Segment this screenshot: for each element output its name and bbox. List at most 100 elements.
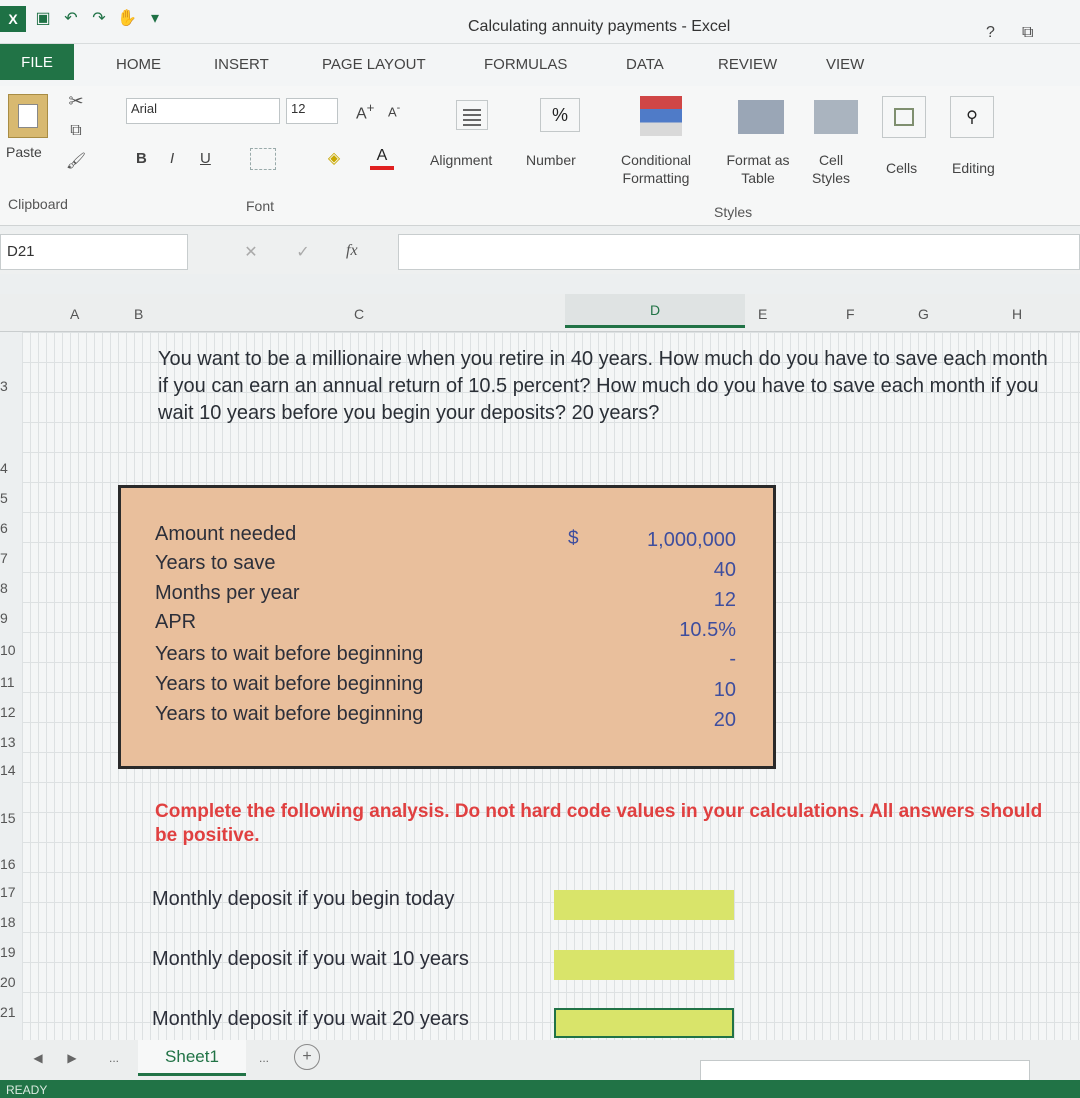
conditional-formatting-button[interactable]: Conditional Formatting: [606, 152, 706, 187]
editing-button[interactable]: Editing: [952, 160, 995, 178]
tab-home[interactable]: HOME: [116, 56, 161, 73]
cell-styles-icon[interactable]: [814, 100, 858, 134]
input-label-wait-20[interactable]: Years to wait before beginning: [155, 703, 423, 726]
new-sheet-button[interactable]: +: [294, 1044, 320, 1070]
question-label-10-years[interactable]: Monthly deposit if you wait 10 years: [152, 948, 469, 971]
cell-styles-button[interactable]: Cell Styles: [800, 152, 862, 187]
fill-color-icon[interactable]: ◈: [320, 146, 348, 170]
row-header[interactable]: 14: [0, 762, 20, 778]
percent-icon[interactable]: %: [540, 98, 580, 132]
italic-button[interactable]: I: [170, 150, 174, 169]
input-value-amount[interactable]: 1,000,000: [647, 529, 736, 552]
input-value-wait-0[interactable]: -: [729, 648, 736, 671]
find-binoculars-icon[interactable]: ⚲: [950, 96, 994, 138]
row-header[interactable]: 13: [0, 734, 20, 750]
format-as-table-icon[interactable]: [738, 100, 784, 134]
input-value-wait-10[interactable]: 10: [714, 679, 736, 702]
alignment-button[interactable]: Alignment: [430, 152, 492, 170]
row-header[interactable]: 11: [0, 674, 20, 690]
row-header[interactable]: 17: [0, 884, 20, 900]
underline-button[interactable]: U: [200, 150, 211, 169]
row-header[interactable]: 4: [0, 460, 20, 476]
input-label-years[interactable]: Years to save: [155, 552, 275, 575]
tab-formulas[interactable]: FORMULAS: [484, 56, 567, 73]
row-header[interactable]: 6: [0, 520, 20, 536]
sheet-tab-sheet1[interactable]: Sheet1: [138, 1040, 246, 1076]
insert-function-icon[interactable]: fx: [346, 242, 358, 260]
instructions-text[interactable]: Complete the following analysis. Do not …: [155, 800, 1055, 848]
column-header-e[interactable]: E: [758, 306, 767, 322]
help-button[interactable]: ?: [986, 24, 995, 42]
cells-icon[interactable]: [882, 96, 926, 138]
format-as-table-button[interactable]: Format as Table: [716, 152, 800, 187]
borders-icon[interactable]: [250, 148, 276, 170]
tab-data[interactable]: DATA: [626, 56, 664, 73]
row-header[interactable]: 9: [0, 610, 20, 626]
answer-cell-20-years[interactable]: [554, 1008, 734, 1038]
scroll-right-icon[interactable]: ▶: [62, 1048, 82, 1068]
paste-button[interactable]: Paste: [6, 144, 42, 162]
column-header-a[interactable]: A: [70, 306, 79, 322]
input-label-amount[interactable]: Amount needed: [155, 523, 296, 546]
alignment-icon[interactable]: [456, 100, 488, 130]
redo-icon[interactable]: ↷: [88, 8, 110, 30]
font-name-select[interactable]: Arial: [126, 98, 280, 124]
row-header[interactable]: 12: [0, 704, 20, 720]
input-value-years[interactable]: 40: [714, 559, 736, 582]
row-header[interactable]: 18: [0, 914, 20, 930]
font-size-select[interactable]: 12: [286, 98, 338, 124]
column-header-b[interactable]: B: [134, 306, 143, 322]
cancel-entry-icon[interactable]: ✕: [236, 240, 266, 264]
input-label-wait-10[interactable]: Years to wait before beginning: [155, 673, 423, 696]
column-header-h[interactable]: H: [1012, 306, 1022, 322]
row-header[interactable]: 8: [0, 580, 20, 596]
row-header[interactable]: 7: [0, 550, 20, 566]
cells-button[interactable]: Cells: [886, 160, 917, 178]
question-label-20-years[interactable]: Monthly deposit if you wait 20 years: [152, 1008, 469, 1031]
sheet-more-left[interactable]: ...: [104, 1048, 124, 1068]
question-label-today[interactable]: Monthly deposit if you begin today: [152, 888, 454, 911]
tab-review[interactable]: REVIEW: [718, 56, 777, 73]
number-button[interactable]: Number: [526, 152, 576, 170]
input-label-months[interactable]: Months per year: [155, 582, 300, 605]
row-header[interactable]: 3: [0, 378, 20, 394]
tab-file[interactable]: FILE: [0, 44, 74, 80]
customize-qat-icon[interactable]: ▾: [144, 8, 166, 30]
scroll-left-icon[interactable]: ◀: [28, 1048, 48, 1068]
grow-font-icon[interactable]: A+: [356, 100, 374, 124]
column-header-f[interactable]: F: [846, 306, 855, 322]
input-value-apr[interactable]: 10.5%: [679, 619, 736, 642]
input-value-months[interactable]: 12: [714, 589, 736, 612]
input-label-apr[interactable]: APR: [155, 611, 196, 634]
save-icon[interactable]: ▣: [32, 8, 54, 30]
input-value-wait-20[interactable]: 20: [714, 709, 736, 732]
row-header[interactable]: 10: [0, 642, 20, 658]
row-header[interactable]: 21: [0, 1004, 20, 1020]
column-header-c[interactable]: C: [354, 306, 364, 322]
touch-mode-icon[interactable]: ✋: [116, 8, 138, 30]
horizontal-scrollbar[interactable]: [700, 1060, 1030, 1082]
copy-icon[interactable]: ⧉: [64, 120, 88, 142]
question-text[interactable]: You want to be a millionaire when you re…: [158, 346, 1058, 427]
format-painter-icon[interactable]: 🖌: [64, 150, 88, 172]
row-header[interactable]: 16: [0, 856, 20, 872]
column-header-g[interactable]: G: [918, 306, 929, 322]
row-header[interactable]: 20: [0, 974, 20, 990]
tab-page-layout[interactable]: PAGE LAYOUT: [322, 56, 426, 73]
column-header-d[interactable]: D: [565, 294, 745, 328]
conditional-formatting-icon[interactable]: [640, 96, 682, 136]
formula-input[interactable]: [398, 234, 1080, 270]
confirm-entry-icon[interactable]: ✓: [288, 240, 318, 264]
row-header[interactable]: 15: [0, 810, 20, 826]
row-header[interactable]: 19: [0, 944, 20, 960]
ribbon-display-options-icon[interactable]: ⧉: [1022, 24, 1033, 42]
font-color-icon[interactable]: A: [370, 146, 394, 170]
paste-icon[interactable]: [8, 94, 48, 138]
input-label-wait-0[interactable]: Years to wait before beginning: [155, 643, 423, 666]
tab-insert[interactable]: INSERT: [214, 56, 269, 73]
cut-icon[interactable]: ✂: [64, 90, 88, 112]
answer-cell-10-years[interactable]: [554, 950, 734, 980]
row-header[interactable]: 5: [0, 490, 20, 506]
tab-view[interactable]: VIEW: [826, 56, 864, 73]
bold-button[interactable]: B: [136, 150, 147, 169]
